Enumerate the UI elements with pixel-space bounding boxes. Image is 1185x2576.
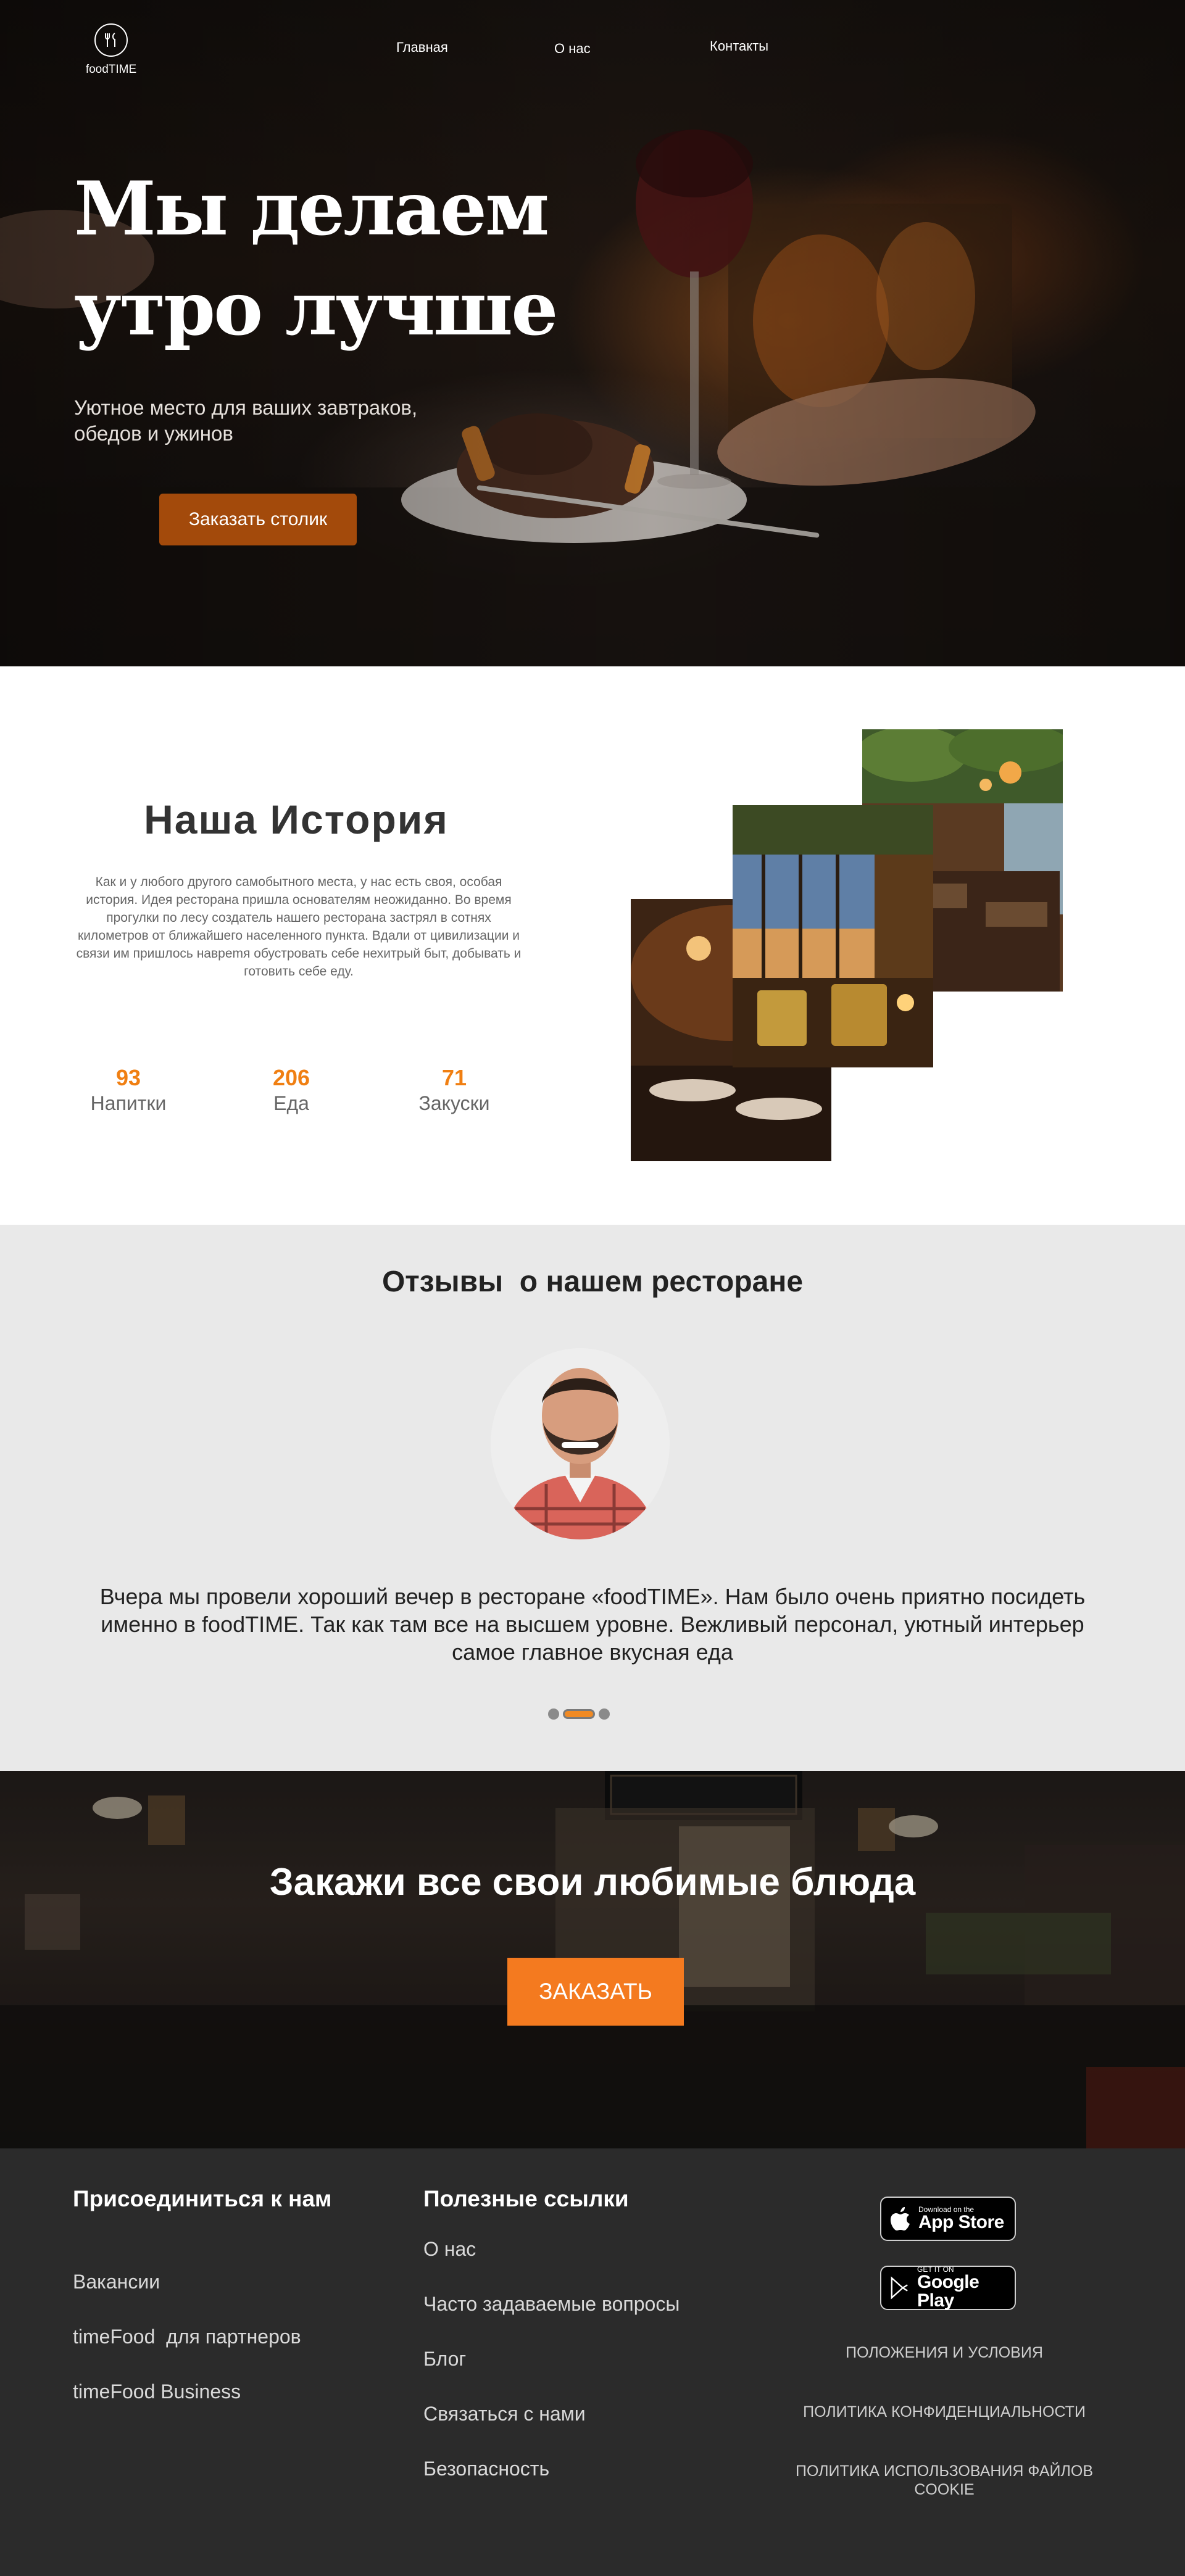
nav-contacts[interactable]: Контакты	[710, 38, 768, 54]
review-carousel-dots	[548, 1708, 622, 1720]
footer-link-security[interactable]: Безопасность	[423, 2458, 549, 2480]
app-store-button[interactable]: Download on the App Store	[880, 2197, 1016, 2241]
reviews-section: Отзывы о нашем ресторане Вчера мы провел…	[0, 1225, 1185, 1771]
stat-label: Закуски	[418, 1092, 490, 1114]
review-text: Вчера мы провели хороший вечер в рестора…	[99, 1584, 1086, 1665]
join-us-title: Присоединиться к нам	[73, 2186, 332, 2211]
footer-link-partners[interactable]: timeFood для партнеров	[73, 2325, 301, 2348]
story-title: Наша История	[144, 797, 449, 842]
stat-label: Еда	[273, 1092, 309, 1114]
hero-subtitle-line-1: Уютное место для ваших завтраков,	[74, 396, 418, 419]
stat-value: 206	[272, 1065, 310, 1090]
footer-link-contact[interactable]: Связаться с нами	[423, 2403, 586, 2425]
reviewer-avatar	[491, 1342, 670, 1539]
logo-text: foodTIME	[85, 63, 137, 76]
order-title: Закажи все свои любимые блюда	[269, 1861, 916, 1903]
logo[interactable]: foodTIME	[79, 23, 143, 77]
carousel-dot-active[interactable]	[563, 1709, 595, 1719]
book-table-button[interactable]: Заказать столик	[159, 494, 357, 545]
stat-value: 93	[115, 1065, 141, 1090]
carousel-dot[interactable]	[599, 1708, 610, 1720]
logo-icon	[94, 23, 128, 57]
stat-value: 71	[441, 1065, 467, 1090]
hero-section: foodTIME Главная О нас Контакты Мы делае…	[0, 0, 1185, 666]
nav-about[interactable]: О нас	[554, 41, 591, 57]
hero-title-line-2: утро лучше	[74, 265, 558, 352]
reviews-title: Отзывы о нашем ресторане	[381, 1265, 804, 1298]
cookie-policy-link[interactable]: ПОЛИТИКА ИСПОЛЬЗОВАНИЯ ФАЙЛОВ COOKIE	[778, 2462, 1111, 2499]
app-store-big-text: App Store	[918, 2212, 1004, 2232]
google-play-icon	[891, 2276, 908, 2300]
google-play-big-text: Google Play	[917, 2272, 979, 2311]
hero-title: Мы делаем утро лучше	[74, 159, 630, 359]
hero-subtitle: Уютное место для ваших завтраков, обедов…	[74, 395, 518, 447]
terms-link[interactable]: ПОЛОЖЕНИЯ И УСЛОВИЯ	[771, 2343, 1117, 2362]
stat-snacks: 71 Закуски	[393, 1065, 516, 1115]
order-banner: Закажи все свои любимые блюда ЗАКАЗАТЬ	[0, 1771, 1185, 2148]
footer-link-vacancies[interactable]: Вакансии	[73, 2271, 160, 2293]
hero-title-line-1: Мы делаем	[74, 165, 549, 252]
story-section: Наша История Как и у любого другого само…	[0, 666, 1185, 1225]
stat-label: Напитки	[90, 1092, 167, 1114]
privacy-policy-link[interactable]: ПОЛИТИКА КОНФИДЕНЦИАЛЬНОСТИ	[771, 2403, 1117, 2421]
useful-links-title: Полезные ссылки	[423, 2186, 629, 2211]
stat-food: 206 Еда	[230, 1065, 353, 1115]
stat-drinks: 93 Напитки	[67, 1065, 190, 1115]
apple-icon	[891, 2207, 910, 2230]
google-play-button[interactable]: GET IT ON Google Play	[880, 2266, 1016, 2310]
footer-link-faq[interactable]: Часто задаваемые вопросы	[423, 2293, 680, 2316]
restaurant-photo-windows	[733, 805, 933, 1067]
story-text: Как и у любого другого самобытного места…	[76, 875, 522, 979]
footer-link-blog[interactable]: Блог	[423, 2348, 466, 2371]
hero-subtitle-line-2: обедов и ужинов	[74, 422, 233, 445]
footer-link-business[interactable]: timeFood Business	[73, 2380, 241, 2403]
footer: Присоединиться к нам Вакансии timeFood д…	[0, 2148, 1185, 2576]
order-button[interactable]: ЗАКАЗАТЬ	[507, 1958, 684, 2026]
nav-home[interactable]: Главная	[396, 39, 448, 56]
carousel-dot[interactable]	[548, 1708, 559, 1720]
footer-link-about[interactable]: О нас	[423, 2238, 476, 2261]
